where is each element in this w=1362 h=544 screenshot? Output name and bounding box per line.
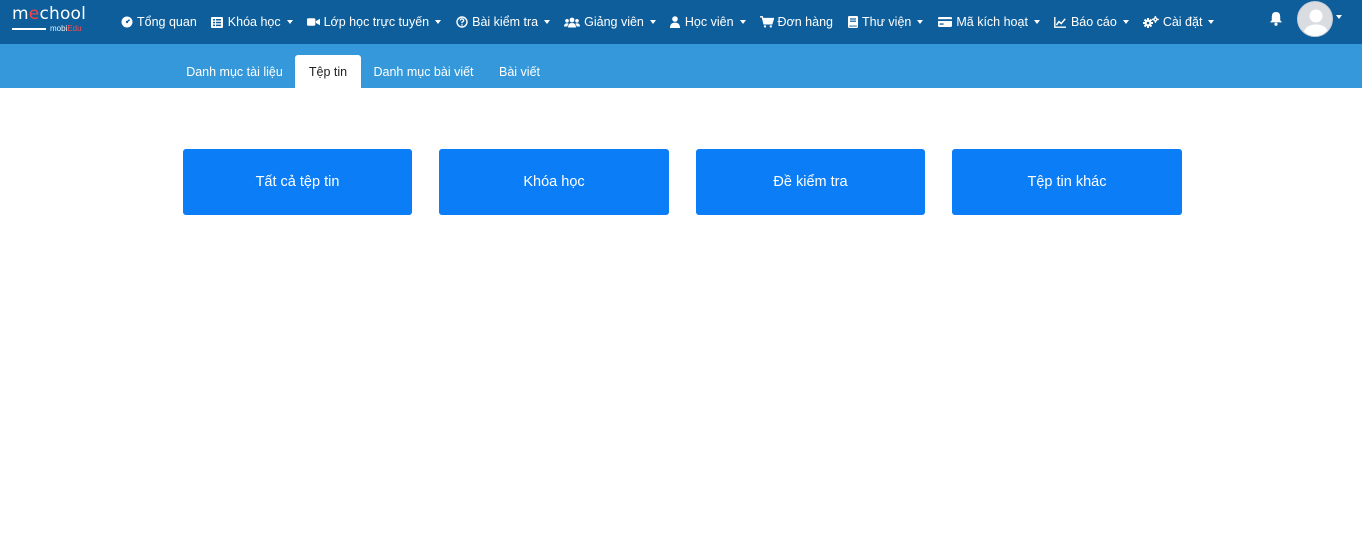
- tab-articles[interactable]: Bài viết: [488, 55, 551, 88]
- logo-brand: mechool: [12, 5, 102, 23]
- nav-item-orders[interactable]: Đơn hàng: [759, 15, 833, 29]
- logo-sub-accent: Edu: [67, 24, 82, 33]
- caret-down-icon: [1122, 20, 1129, 24]
- tab-document-categories[interactable]: Danh mục tài liệu: [176, 55, 293, 88]
- user-avatar[interactable]: [1297, 1, 1333, 37]
- top-navbar: mechool mobiEdu Tổng quan Khóa học Lớp h…: [0, 0, 1362, 44]
- caret-down-icon: [917, 20, 924, 24]
- avatar-placeholder-icon: [1303, 9, 1329, 36]
- caret-down-icon: [1208, 20, 1215, 24]
- nav-item-label: Giảng viên: [584, 15, 644, 29]
- caret-down-icon: [739, 20, 746, 24]
- logo-brand-e: e: [28, 4, 40, 24]
- nav-item-tests[interactable]: Bài kiểm tra: [455, 15, 551, 29]
- logo-sub-text: mobiEdu: [50, 24, 82, 33]
- book-icon: [847, 16, 858, 28]
- nav-item-activation-codes[interactable]: Mã kích hoạt: [937, 15, 1040, 29]
- nav-item-label: Tổng quan: [137, 15, 197, 29]
- cart-icon: [759, 16, 774, 28]
- logo-brand-prefix: m: [12, 4, 29, 24]
- question-circle-icon: [455, 16, 468, 28]
- other-files-card[interactable]: Tệp tin khác: [952, 149, 1182, 215]
- nav-item-students[interactable]: Học viên: [670, 15, 746, 29]
- nav-item-label: Học viên: [684, 15, 734, 29]
- logo-underline: [12, 27, 46, 30]
- user-icon: [670, 16, 681, 28]
- cogs-icon: [1142, 16, 1159, 28]
- nav-item-reports[interactable]: Báo cáo: [1054, 15, 1129, 29]
- users-icon: [564, 16, 581, 28]
- sub-tab-bar: Danh mục tài liệu Tệp tin Danh mục bài v…: [0, 44, 1362, 88]
- logo-brand-suffix: chool: [39, 4, 87, 24]
- line-chart-icon: [1054, 16, 1067, 28]
- all-files-card[interactable]: Tất cả tệp tin: [183, 149, 412, 215]
- logo-sub: mobiEdu: [12, 24, 102, 33]
- nav-item-overview[interactable]: Tổng quan: [120, 15, 197, 29]
- tab-label: Tệp tin: [308, 64, 348, 79]
- caret-down-icon: [649, 20, 656, 24]
- gauge-icon: [120, 16, 133, 28]
- nav-item-online-class[interactable]: Lớp học trực tuyến: [306, 15, 442, 29]
- nav-item-library[interactable]: Thư viện: [847, 15, 924, 29]
- nav-item-label: Mã kích hoạt: [956, 15, 1028, 29]
- nav-item-label: Báo cáo: [1070, 15, 1117, 29]
- nav-item-instructors[interactable]: Giảng viên: [564, 15, 656, 29]
- main-menu: Tổng quan Khóa học Lớp học trực tuyến Bà…: [120, 0, 1228, 44]
- video-camera-icon: [306, 16, 320, 28]
- caret-down-icon: [286, 20, 293, 24]
- tests-card[interactable]: Đề kiểm tra: [696, 149, 925, 215]
- card-label: Đề kiểm tra: [773, 174, 848, 190]
- nav-item-label: Đơn hàng: [777, 15, 833, 29]
- tab-files[interactable]: Tệp tin: [295, 55, 361, 88]
- nav-item-label: Cài đặt: [1162, 15, 1203, 29]
- nav-item-label: Khóa học: [227, 15, 281, 29]
- nav-item-courses[interactable]: Khóa học: [211, 15, 293, 29]
- courses-card[interactable]: Khóa học: [439, 149, 669, 215]
- caret-down-icon: [1033, 20, 1040, 24]
- avatar-caret-down-icon[interactable]: [1336, 15, 1342, 19]
- mschool-logo[interactable]: mechool mobiEdu: [12, 5, 102, 37]
- tab-article-categories[interactable]: Danh mục bài viết: [366, 55, 481, 88]
- tab-label: Danh mục tài liệu: [186, 64, 283, 79]
- logo-sub-main: mobi: [50, 24, 68, 33]
- tab-label: Bài viết: [499, 64, 540, 79]
- nav-item-label: Bài kiểm tra: [472, 15, 539, 29]
- card-label: Tất cả tệp tin: [255, 174, 340, 190]
- caret-down-icon: [435, 20, 442, 24]
- bell-icon[interactable]: [1269, 11, 1285, 27]
- nav-item-label: Lớp học trực tuyến: [323, 15, 430, 29]
- card-label: Khóa học: [523, 174, 585, 190]
- tab-label: Danh mục bài viết: [373, 64, 474, 79]
- nav-item-settings[interactable]: Cài đặt: [1142, 15, 1215, 29]
- credit-card-icon: [937, 16, 952, 28]
- card-label: Tệp tin khác: [1027, 174, 1107, 190]
- list-icon: [211, 16, 224, 28]
- caret-down-icon: [544, 20, 551, 24]
- nav-item-label: Thư viện: [862, 15, 912, 29]
